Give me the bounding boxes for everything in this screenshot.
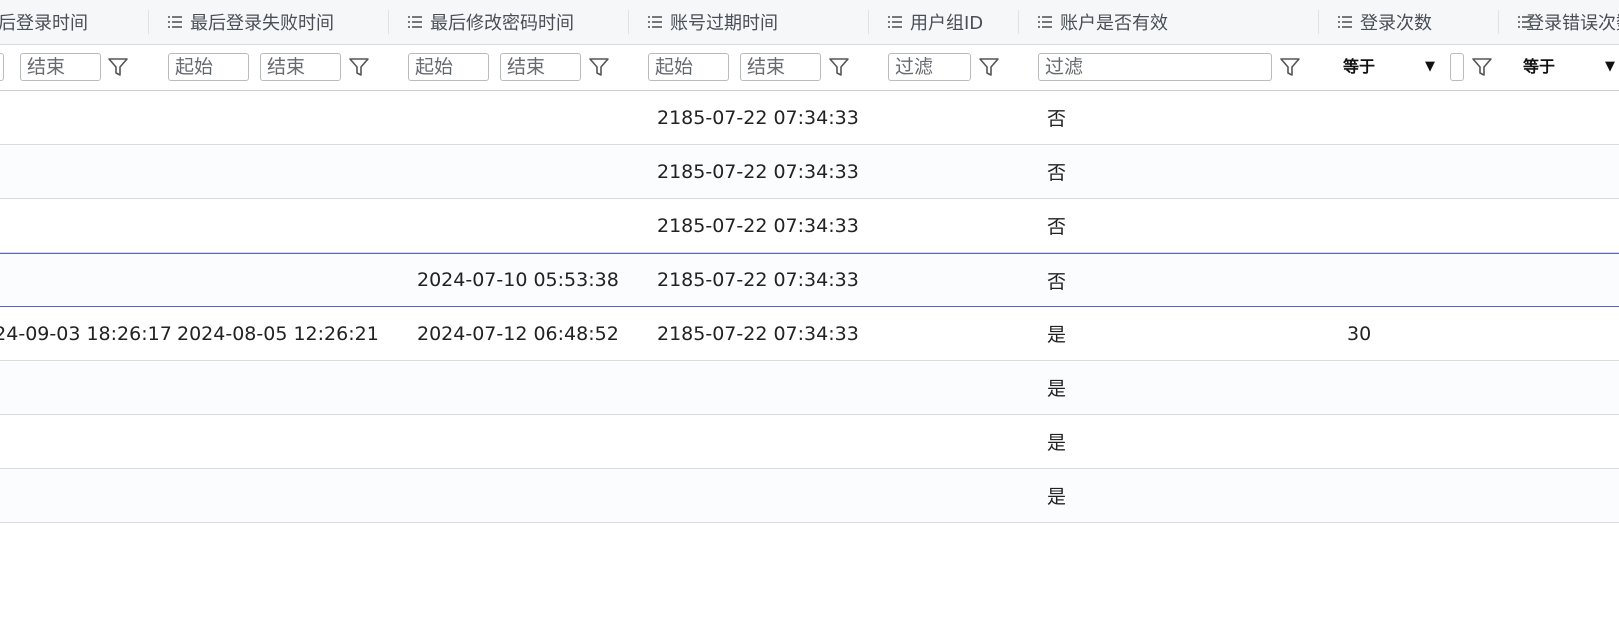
filter-funnel-icon[interactable] — [587, 55, 611, 79]
account-expire-start-input[interactable]: 起始 — [648, 53, 729, 81]
last-login-end-input[interactable]: 结束 — [20, 53, 101, 81]
cell-login-count: 30 — [1347, 322, 1372, 345]
table-row[interactable]: 2024-09-03 18:26:17 2024-08-05 12:26:21 … — [0, 307, 1619, 361]
header-last-login-time[interactable]: 最后登录时间 — [0, 0, 140, 44]
column-menu-icon[interactable] — [888, 16, 902, 28]
cell-last-login-fail-time: 2024-08-05 12:26:21 — [177, 322, 379, 345]
last-login-start-input[interactable] — [0, 53, 4, 81]
header-last-pwd-change-time[interactable]: 最后修改密码时间 — [408, 0, 628, 44]
header-account-expire-time[interactable]: 账号过期时间 — [648, 0, 858, 44]
cell-account-valid: 否 — [1047, 216, 1067, 238]
column-menu-icon[interactable] — [408, 16, 422, 28]
table-row[interactable]: 是 — [0, 415, 1619, 469]
column-header-label: 登录错误次数 — [1526, 13, 1619, 34]
column-header-label: 最后登录时间 — [0, 13, 88, 34]
table-row-selected[interactable]: 2024-07-10 05:53:38 2185-07-22 07:34:33 … — [0, 253, 1619, 307]
column-resize-handle[interactable] — [1318, 10, 1319, 34]
cell-account-valid: 否 — [1047, 162, 1067, 184]
filter-funnel-icon[interactable] — [977, 55, 1001, 79]
header-last-login-fail-time[interactable]: 最后登录失败时间 — [168, 0, 388, 44]
account-expire-end-input[interactable]: 结束 — [740, 53, 821, 81]
table-row[interactable]: 是 — [0, 361, 1619, 415]
table-row[interactable]: 2185-07-22 07:34:33 否 — [0, 199, 1619, 253]
column-header-label: 最后修改密码时间 — [430, 13, 574, 34]
operator-label: 等于 — [1343, 57, 1376, 76]
column-header-label: 最后登录失败时间 — [190, 13, 334, 34]
column-menu-icon[interactable] — [168, 16, 182, 28]
login-error-count-operator-select[interactable]: 等于 ▼ — [1523, 53, 1619, 81]
column-resize-handle[interactable] — [1018, 10, 1019, 34]
dropdown-arrow-icon: ▼ — [1605, 59, 1615, 74]
column-menu-icon[interactable] — [1338, 16, 1352, 28]
cell-account-valid: 是 — [1047, 378, 1067, 400]
cell-account-expire-time: 2185-07-22 07:34:33 — [657, 106, 859, 129]
column-resize-handle[interactable] — [148, 10, 149, 34]
operator-label: 等于 — [1523, 57, 1556, 76]
cell-last-pwd-change-time: 2024-07-10 05:53:38 — [417, 269, 619, 291]
header-login-count[interactable]: 登录次数 — [1338, 0, 1498, 44]
cell-account-valid: 是 — [1047, 486, 1067, 508]
login-count-value-input[interactable] — [1450, 53, 1464, 81]
account-valid-filter-input[interactable]: 过滤 — [1038, 53, 1272, 81]
cell-account-expire-time: 2185-07-22 07:34:33 — [657, 214, 859, 237]
column-header-label: 用户组ID — [910, 13, 984, 34]
cell-last-pwd-change-time: 2024-07-12 06:48:52 — [417, 322, 619, 345]
cell-last-login-time: 2024-09-03 18:26:17 — [0, 322, 172, 345]
filter-funnel-icon[interactable] — [827, 55, 851, 79]
table-row[interactable]: 是 — [0, 469, 1619, 523]
table-row[interactable]: 2185-07-22 07:34:33 否 — [0, 145, 1619, 199]
column-resize-handle[interactable] — [388, 10, 389, 34]
cell-account-valid: 是 — [1047, 432, 1067, 454]
user-group-id-filter-input[interactable]: 过滤 — [888, 53, 971, 81]
data-grid: 最后登录时间 最后登录失败时间 最后修改密码时间 账号过期时间 用户组ID 账户… — [0, 0, 1619, 632]
column-menu-icon[interactable] — [648, 16, 662, 28]
last-pwd-change-start-input[interactable]: 起始 — [408, 53, 489, 81]
cell-account-valid: 否 — [1047, 270, 1067, 293]
last-pwd-change-end-input[interactable]: 结束 — [500, 53, 581, 81]
last-login-fail-end-input[interactable]: 结束 — [260, 53, 341, 81]
header-user-group-id[interactable]: 用户组ID — [888, 0, 1018, 44]
cell-account-valid: 否 — [1047, 108, 1067, 130]
dropdown-arrow-icon: ▼ — [1425, 59, 1435, 74]
header-login-error-count[interactable]: 登录错误次数 — [1518, 0, 1619, 44]
cell-account-expire-time: 2185-07-22 07:34:33 — [657, 269, 859, 291]
column-resize-handle[interactable] — [868, 10, 869, 34]
column-resize-handle[interactable] — [628, 10, 629, 34]
header-account-valid[interactable]: 账户是否有效 — [1038, 0, 1298, 44]
table-row[interactable]: 2185-07-22 07:34:33 否 — [0, 91, 1619, 145]
column-menu-icon[interactable] — [1038, 16, 1052, 28]
filter-funnel-icon[interactable] — [1278, 55, 1302, 79]
filter-row: 结束 起始 结束 起始 结束 起始 结束 过滤 过滤 等于 ▼ 等于 ▼ — [0, 45, 1619, 91]
filter-funnel-icon[interactable] — [106, 55, 130, 79]
grid-header: 最后登录时间 最后登录失败时间 最后修改密码时间 账号过期时间 用户组ID 账户… — [0, 0, 1619, 45]
column-header-label: 登录次数 — [1360, 13, 1432, 34]
cell-account-expire-time: 2185-07-22 07:34:33 — [657, 160, 859, 183]
filter-funnel-icon[interactable] — [1470, 55, 1494, 79]
last-login-fail-start-input[interactable]: 起始 — [168, 53, 249, 81]
column-header-label: 账号过期时间 — [670, 13, 778, 34]
cell-account-valid: 是 — [1047, 324, 1067, 346]
cell-account-expire-time: 2185-07-22 07:34:33 — [657, 322, 859, 345]
login-count-operator-select[interactable]: 等于 ▼ — [1343, 53, 1438, 81]
column-resize-handle[interactable] — [1498, 10, 1499, 34]
column-header-label: 账户是否有效 — [1060, 13, 1168, 34]
filter-funnel-icon[interactable] — [347, 55, 371, 79]
